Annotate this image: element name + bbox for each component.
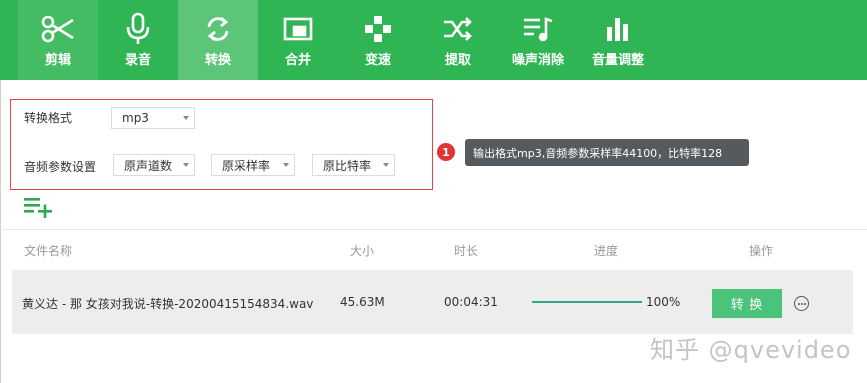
- col-header-duration: 时长: [454, 244, 479, 258]
- scissors-icon: [18, 0, 98, 52]
- speed-icon: [338, 0, 418, 52]
- progress-text: 100%: [646, 295, 681, 309]
- tool-label: 合并: [284, 53, 311, 68]
- tool-label: 音量调整: [591, 53, 644, 68]
- shuffle-icon: [418, 0, 498, 52]
- tool-label: 剪辑: [44, 53, 71, 68]
- audio-params-label: 音频参数设置: [24, 160, 97, 174]
- tool-merge[interactable]: 合并: [258, 0, 338, 80]
- chevron-down-icon: [183, 116, 189, 120]
- col-header-action: 操作: [749, 244, 774, 258]
- settings-highlight-box: [10, 99, 433, 190]
- music-list-icon: [498, 0, 578, 52]
- tool-label: 转换: [204, 53, 231, 68]
- format-select[interactable]: mp3: [111, 107, 195, 129]
- samplerate-select-value: 原采样率: [222, 158, 271, 173]
- format-select-value: mp3: [122, 111, 149, 125]
- tool-label: 提取: [444, 53, 471, 68]
- format-label: 转换格式: [24, 111, 73, 125]
- watermark: 知乎 @qvevideo: [650, 336, 852, 364]
- col-header-progress: 进度: [594, 244, 619, 258]
- col-header-size: 大小: [350, 244, 375, 258]
- tool-extract[interactable]: 提取: [418, 0, 498, 80]
- bar-chart-icon: [578, 0, 658, 52]
- tool-volume[interactable]: 音量调整: [578, 0, 658, 80]
- add-list-icon: [24, 198, 52, 218]
- chevron-down-icon: [383, 163, 389, 167]
- progress-bar: [532, 301, 642, 303]
- merge-icon: [258, 0, 338, 52]
- window-edge: [0, 80, 1, 383]
- add-file-button[interactable]: [24, 196, 54, 218]
- tool-cut[interactable]: 剪辑: [18, 0, 98, 80]
- annotation-badge: 1: [437, 143, 455, 161]
- microphone-icon: [98, 0, 178, 52]
- tool-record[interactable]: 录音: [98, 0, 178, 80]
- bitrate-select-value: 原比特率: [323, 158, 372, 173]
- samplerate-select[interactable]: 原采样率: [211, 154, 295, 176]
- tool-speed[interactable]: 变速: [338, 0, 418, 80]
- more-options-icon[interactable]: [794, 296, 809, 311]
- tool-label: 噪声消除: [511, 53, 564, 68]
- file-name: 黄义达 - 那 女孩对我说-转换-20200415154834.wav: [22, 297, 314, 311]
- channels-select[interactable]: 原声道数: [113, 154, 195, 176]
- convert-button[interactable]: 转 换: [712, 289, 782, 318]
- channels-select-value: 原声道数: [124, 158, 173, 173]
- toolbar: 剪辑 录音 转换 合并 变速 提取 噪声消除 音量调整: [0, 0, 867, 80]
- tool-label: 变速: [364, 53, 391, 68]
- tool-label: 录音: [124, 53, 151, 68]
- tool-convert[interactable]: 转换: [178, 0, 258, 80]
- col-header-name: 文件名称: [24, 244, 73, 258]
- tool-denoise[interactable]: 噪声消除: [498, 0, 578, 80]
- bitrate-select[interactable]: 原比特率: [312, 154, 395, 176]
- file-duration: 00:04:31: [444, 295, 498, 309]
- chevron-down-icon: [183, 163, 189, 167]
- refresh-icon: [178, 0, 258, 52]
- annotation-tooltip: 输出格式mp3,音频参数采样率44100，比特率128: [465, 139, 749, 166]
- chevron-down-icon: [283, 163, 289, 167]
- file-size: 45.63M: [340, 295, 385, 309]
- section-divider: [0, 229, 867, 230]
